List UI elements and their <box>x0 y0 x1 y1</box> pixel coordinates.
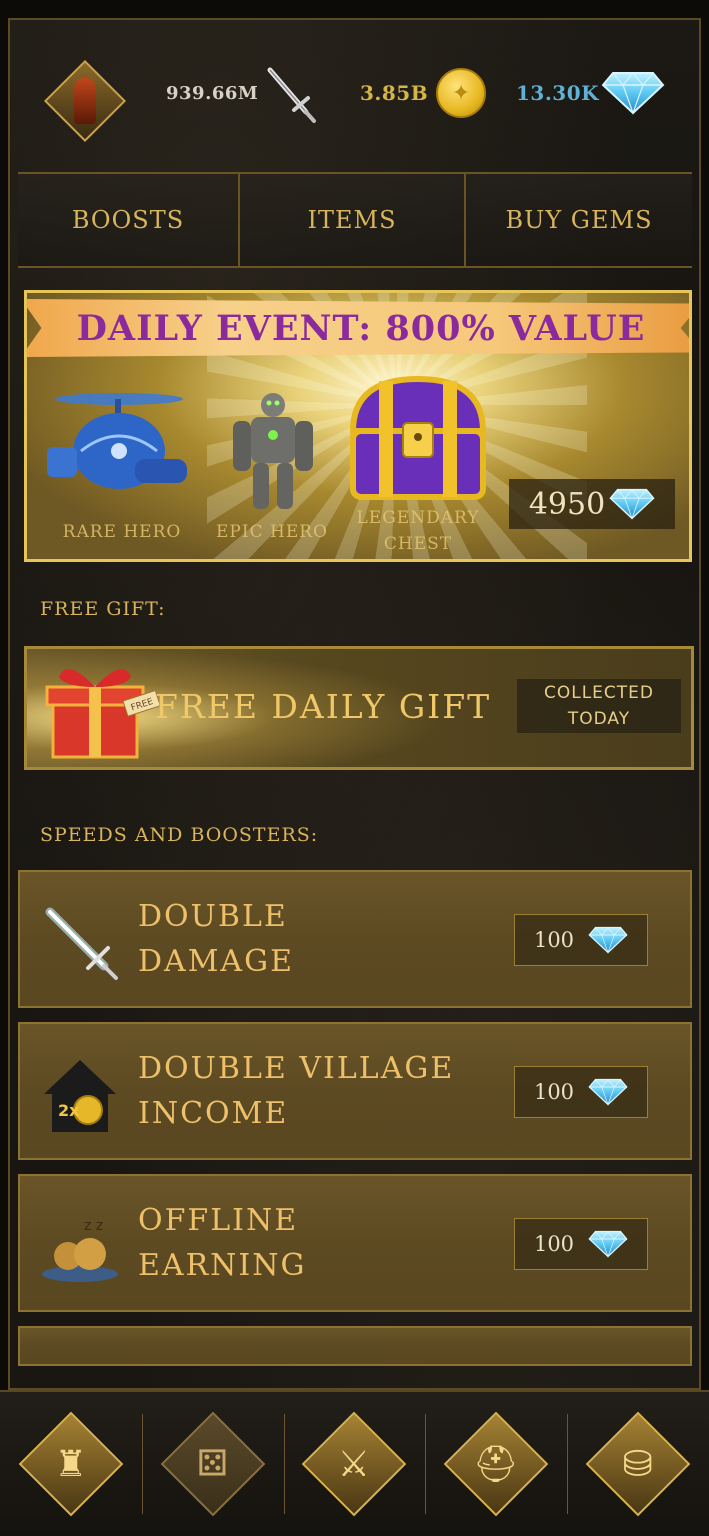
nav-heroes[interactable]: ⛑ <box>425 1404 567 1524</box>
legendary-chest-label: LEGENDARY CHEST <box>356 508 480 554</box>
double-badge: 2x <box>58 1101 80 1120</box>
booster-title: DOUBLE VILLAGE INCOME <box>138 1051 455 1131</box>
hero-avatar-icon[interactable] <box>43 59 127 143</box>
gold-stat: 3.85B ✦ <box>360 68 487 118</box>
tab-items[interactable]: ITEMS <box>240 174 466 266</box>
nav-dice[interactable]: ⚄ <box>141 1404 284 1524</box>
double-village-income-card[interactable]: 2x DOUBLE VILLAGE INCOME 100 <box>18 1022 692 1160</box>
event-buy-button[interactable]: 4950 <box>509 479 675 529</box>
booster-title: OFFLINE EARNING <box>138 1203 307 1283</box>
free-daily-gift-card[interactable]: FREE FREE DAILY GIFT COLLECTED TODAY <box>24 646 694 770</box>
shop-frame: 939.66M 3.85B ✦ 13.30K BOOSTS ITEMS BUY … <box>8 18 701 1390</box>
helmet-icon: ⛑ <box>473 1443 520 1485</box>
nav-castle[interactable]: ♜ <box>0 1404 142 1524</box>
epic-hero-label: EPIC HERO <box>216 522 328 542</box>
gems-value: 13.30K <box>516 81 600 105</box>
coin-stack-icon: ⛁ <box>622 1443 654 1485</box>
glowing-sword-icon <box>45 907 118 980</box>
dice-icon: ⚄ <box>197 1443 229 1485</box>
diamond-gem-icon <box>588 1078 628 1106</box>
shop-tabs: BOOSTS ITEMS BUY GEMS <box>18 172 692 268</box>
svg-text:z z: z z <box>84 1218 103 1234</box>
collected-status: COLLECTED TODAY <box>517 679 681 733</box>
double-damage-card[interactable]: DOUBLE DAMAGE 100 <box>18 870 692 1008</box>
crossed-swords-icon: ⚔ <box>338 1443 371 1485</box>
power-stat: 939.66M <box>166 67 322 123</box>
offline-earning-card[interactable]: z z OFFLINE EARNING 100 <box>18 1174 692 1312</box>
sword-icon <box>267 67 317 123</box>
gift-box-icon: FREE <box>45 669 159 759</box>
legendary-chest-image <box>349 375 487 500</box>
sleeping-money-bag-icon: z z <box>42 1218 118 1282</box>
rare-hero-image <box>47 393 187 489</box>
double-village-income-buy-button[interactable]: 100 <box>514 1066 648 1118</box>
diamond-gem-icon <box>609 488 655 520</box>
rare-hero-label: RARE HERO <box>62 522 182 542</box>
gems-stat[interactable]: 13.30K <box>516 68 665 118</box>
event-banner: DAILY EVENT: 800% VALUE <box>27 299 689 357</box>
offline-earning-buy-button[interactable]: 100 <box>514 1218 648 1270</box>
power-value: 939.66M <box>166 82 259 104</box>
house-2x-coin-icon: 2x <box>44 1060 116 1132</box>
free-gift-section-label: FREE GIFT: <box>40 598 166 620</box>
next-booster-card[interactable] <box>18 1326 692 1366</box>
nav-shop[interactable]: ⛁ <box>567 1404 709 1524</box>
epic-hero-image <box>233 393 313 509</box>
castle-icon: ♜ <box>54 1443 88 1485</box>
speeds-boosters-section-label: SPEEDS AND BOOSTERS: <box>40 824 319 846</box>
tab-boosts[interactable]: BOOSTS <box>18 174 240 266</box>
nav-battle[interactable]: ⚔ <box>283 1404 426 1524</box>
gold-coin-icon: ✦ <box>436 68 487 118</box>
gold-value: 3.85B <box>360 81 429 105</box>
resource-header: 939.66M 3.85B ✦ 13.30K <box>10 20 699 170</box>
event-price: 4950 <box>528 486 606 522</box>
event-title: DAILY EVENT: 800% VALUE <box>76 307 646 349</box>
booster-title: DOUBLE DAMAGE <box>138 899 294 979</box>
tab-buy-gems[interactable]: BUY GEMS <box>466 174 692 266</box>
free-daily-gift-title: FREE DAILY GIFT <box>155 687 492 726</box>
daily-event-card[interactable]: DAILY EVENT: 800% VALUE RARE HERO EPIC H… <box>24 290 692 562</box>
diamond-gem-icon <box>601 71 665 115</box>
double-damage-buy-button[interactable]: 100 <box>514 914 648 966</box>
diamond-gem-icon <box>588 926 628 954</box>
bottom-nav: ♜ ⚄ ⚔ ⛑ ⛁ <box>0 1390 709 1536</box>
diamond-gem-icon <box>588 1230 628 1258</box>
